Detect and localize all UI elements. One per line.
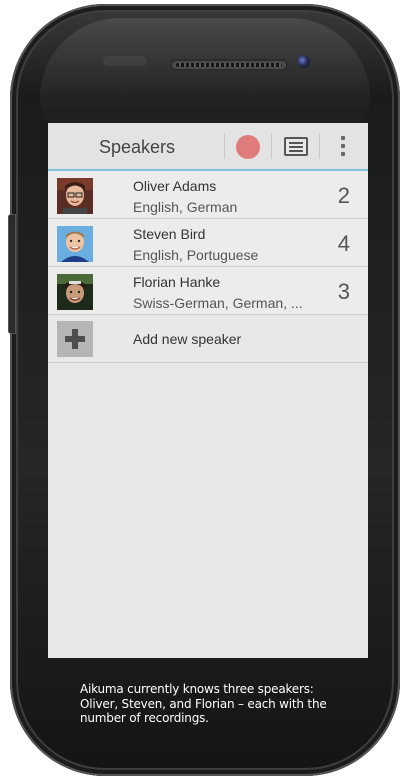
volume-button[interactable] [8, 214, 16, 334]
speaker-name: Oliver Adams [133, 178, 217, 194]
action-bar: Speakers [48, 123, 368, 171]
speaker-languages: English, German [133, 199, 238, 215]
front-camera [297, 55, 310, 68]
speaker-languages: English, Portuguese [133, 247, 259, 263]
overflow-menu-icon[interactable] [340, 136, 346, 158]
page-title: Speakers [99, 137, 176, 157]
record-icon[interactable] [236, 135, 260, 159]
avatar [57, 226, 93, 262]
plus-icon [57, 321, 93, 357]
earpiece-speaker [170, 59, 288, 71]
recording-count: 2 [337, 183, 350, 208]
proximity-sensor [103, 56, 147, 66]
recording-count: 4 [337, 231, 350, 256]
action-bar-divider [224, 133, 225, 159]
speaker-row-florian[interactable]: Florian Hanke Swiss-German, German, ... … [48, 267, 368, 315]
recording-count: 3 [337, 279, 350, 304]
phone-gloss [40, 18, 370, 138]
speaker-languages: Swiss-German, German, ... [133, 295, 303, 311]
action-bar-divider [319, 133, 320, 159]
speaker-name: Florian Hanke [133, 274, 221, 290]
avatar [57, 274, 93, 310]
speaker-row-oliver[interactable]: Oliver Adams English, German 2 [48, 171, 368, 219]
list-icon[interactable] [284, 137, 308, 156]
app-screen: Speakers Oliver Adams English, German 2 [48, 123, 368, 658]
figure-caption: Aikuma currently knows three speakers: O… [80, 682, 327, 725]
add-speaker-label: Add new speaker [133, 331, 242, 347]
speaker-name: Steven Bird [133, 226, 206, 242]
speaker-row-steven[interactable]: Steven Bird English, Portuguese 4 [48, 219, 368, 267]
avatar [57, 178, 93, 214]
action-bar-divider [271, 133, 272, 159]
add-speaker-row[interactable]: Add new speaker [48, 315, 368, 363]
